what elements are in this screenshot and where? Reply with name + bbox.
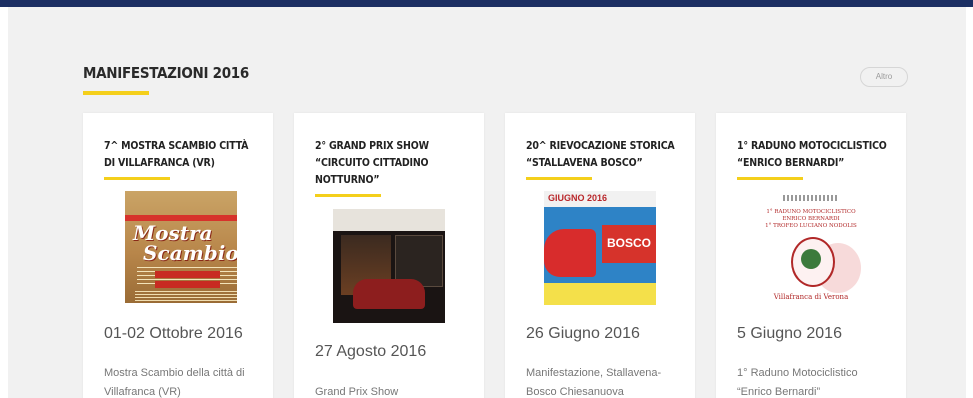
event-description: Grand Prix Show — [315, 386, 399, 398]
event-title-underline — [315, 194, 381, 197]
poster-car — [544, 229, 596, 277]
event-date: 01-02 Ottobre 2016 — [104, 325, 243, 342]
event-title-link[interactable]: 20^ Rievocazione Storica “Stallavena Bos… — [526, 138, 676, 172]
event-poster-image[interactable]: GIUGNO 2016 BOSCO — [544, 191, 656, 305]
section-title-underline — [83, 91, 149, 95]
poster-car — [353, 279, 425, 309]
poster-badge-emblem — [801, 249, 821, 269]
poster-place-text: Villafranca di Verona — [773, 293, 849, 301]
event-title-link[interactable]: 1° Raduno Motociclistico “Enrico Bernard… — [737, 138, 887, 172]
event-card[interactable]: 20^ Rievocazione Storica “Stallavena Bos… — [505, 113, 695, 398]
poster-text-line: 1° RADUNO MOTOCICLISTICO — [766, 209, 856, 215]
event-description: 1° Raduno Motociclistico “Enrico Bernard… — [737, 367, 858, 398]
poster-title-line: Scambio — [143, 241, 237, 265]
poster-header — [333, 209, 445, 231]
poster-header — [783, 195, 839, 201]
section-title: Manifestazioni 2016 — [83, 64, 249, 82]
event-card[interactable]: 2° Grand Prix Show “Circuito Cittadino N… — [294, 113, 484, 398]
event-description: Manifestazione, Stallavena-Bosco Chiesan… — [526, 367, 662, 398]
event-poster-image[interactable] — [333, 209, 445, 323]
poster-footer-text — [135, 291, 237, 303]
top-navigation-bar — [0, 0, 973, 7]
event-title-link[interactable]: 7^ Mostra Scambio Città di Villafranca (… — [104, 138, 254, 172]
event-card[interactable]: 1° Raduno Motociclistico “Enrico Bernard… — [716, 113, 906, 398]
event-poster-image[interactable]: Mostra Scambio — [125, 191, 237, 303]
event-date: 26 Giugno 2016 — [526, 325, 640, 342]
poster-title-box: BOSCO — [602, 225, 656, 263]
poster-red-label — [155, 281, 220, 288]
events-section: Manifestazioni 2016 Altro 7^ Mostra Scam… — [8, 7, 966, 398]
more-button[interactable]: Altro — [860, 67, 908, 87]
event-title-underline — [104, 177, 170, 180]
poster-red-label — [155, 271, 220, 278]
poster-text-line: ENRICO BERNARDI — [782, 216, 840, 222]
event-title-underline — [526, 177, 592, 180]
poster-footer — [544, 283, 656, 305]
event-date: 27 Agosto 2016 — [315, 343, 427, 360]
event-card[interactable]: 7^ Mostra Scambio Città di Villafranca (… — [83, 113, 273, 398]
poster-date-text: GIUGNO 2016 — [548, 193, 608, 203]
poster-text-line: 1° TROFEO LUCIANO NODOLIS — [765, 223, 857, 229]
event-date: 5 Giugno 2016 — [737, 325, 842, 342]
event-poster-image[interactable]: 1° RADUNO MOTOCICLISTICO ENRICO BERNARDI… — [755, 191, 867, 305]
event-description: Mostra Scambio della città di Villafranc… — [104, 367, 245, 398]
event-title-underline — [737, 177, 803, 180]
event-title-link[interactable]: 2° Grand Prix Show “Circuito Cittadino N… — [315, 138, 465, 189]
